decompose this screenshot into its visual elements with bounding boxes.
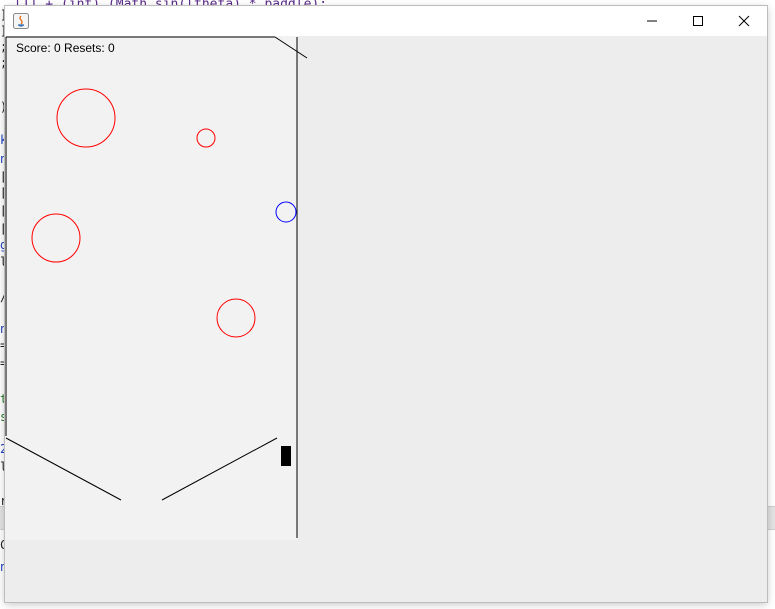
title-bar[interactable] (5, 6, 767, 36)
top-right-deflector (274, 36, 308, 59)
pinball-graphics (5, 36, 308, 538)
minimize-button[interactable] (629, 6, 675, 36)
pinball-ball (275, 201, 297, 223)
maximize-icon (693, 16, 703, 26)
close-icon (738, 15, 750, 27)
java-app-icon (13, 13, 29, 29)
app-window: Score: 0 Resets: 0 (5, 6, 767, 602)
maximize-button[interactable] (675, 6, 721, 36)
plunger (281, 446, 291, 466)
bumper-lower-right (216, 298, 256, 338)
minimize-icon (647, 20, 657, 22)
right-flipper (161, 437, 278, 501)
game-canvas[interactable]: Score: 0 Resets: 0 (5, 36, 767, 602)
left-flipper (5, 437, 122, 501)
bumper-left (31, 213, 81, 263)
close-button[interactable] (721, 6, 767, 36)
score-readout: Score: 0 Resets: 0 (16, 41, 115, 55)
bumper-large-top (56, 88, 116, 148)
bumper-small (196, 128, 216, 148)
